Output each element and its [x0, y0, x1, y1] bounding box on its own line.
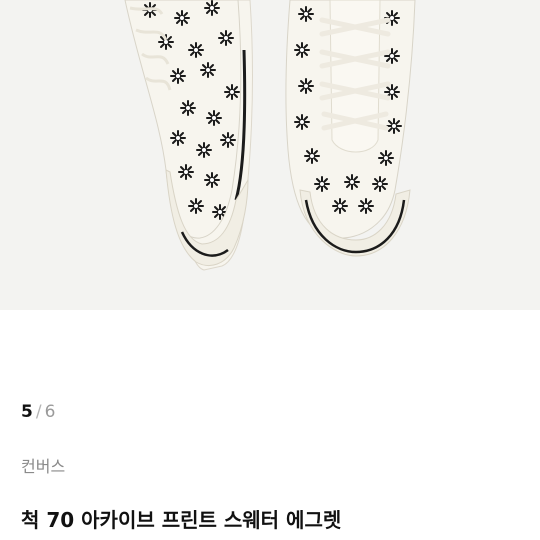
page-total: 6: [44, 402, 56, 422]
left-shoe: [124, 0, 253, 271]
sneakers-photo: [124, 0, 416, 271]
product-image[interactable]: [0, 0, 540, 310]
page-indicator: 5/6: [21, 400, 55, 424]
page-current: 5: [21, 402, 33, 422]
product-title: 척 70 아카이브 프린트 스웨터 에그렛: [21, 508, 342, 532]
page-separator: /: [35, 402, 42, 422]
brand-name[interactable]: 컨버스: [21, 456, 65, 478]
right-shoe: [285, 0, 416, 257]
